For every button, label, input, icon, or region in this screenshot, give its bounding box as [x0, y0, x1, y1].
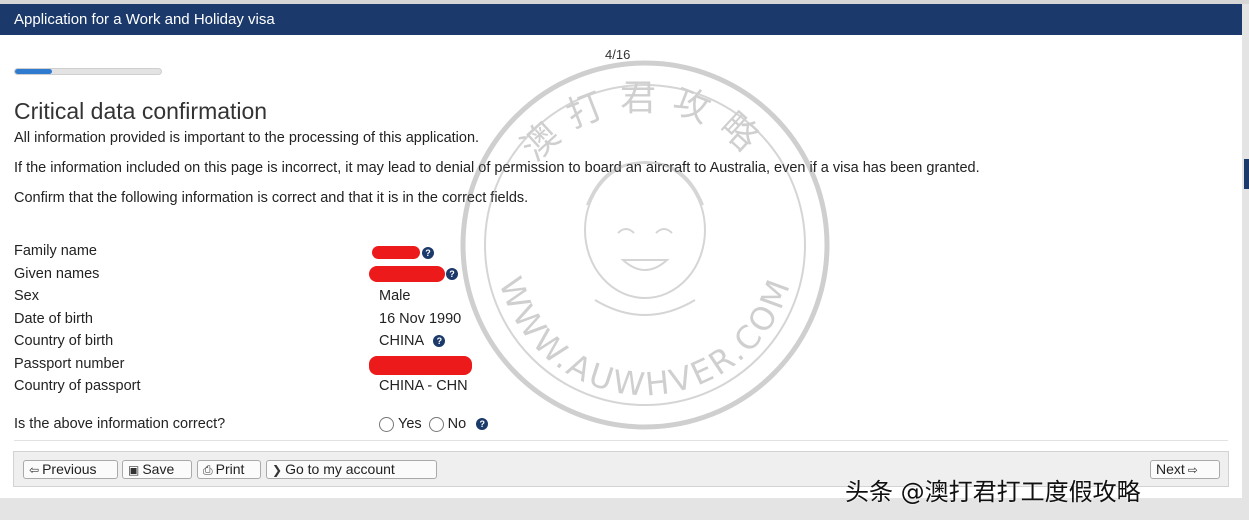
sex-label: Sex — [14, 288, 39, 304]
printer-icon: ⎙ — [203, 463, 213, 477]
yes-radio[interactable] — [379, 416, 394, 432]
passport-number-redaction — [369, 356, 472, 375]
scrollbar-thumb[interactable] — [1244, 159, 1249, 189]
save-label: Save — [142, 461, 175, 477]
passport-number-label: Passport number — [14, 356, 125, 372]
confirm-question: Is the above information correct? — [14, 416, 226, 432]
country-of-birth-text: CHINA — [379, 333, 424, 349]
stamp-top-text: 澳打君攻略 — [514, 78, 762, 169]
confirm-instruction: Confirm that the following information i… — [14, 190, 529, 206]
yes-label[interactable]: Yes — [398, 416, 422, 432]
country-of-passport-label: Country of passport — [14, 378, 141, 394]
svg-text:WWW.AUWHVER.COM: WWW.AUWHVER.COM — [491, 272, 798, 404]
previous-button[interactable]: ⇦ Previous — [23, 460, 118, 479]
dob-value: 16 Nov 1990 — [379, 311, 462, 327]
country-of-birth-value: CHINA ? — [379, 333, 446, 349]
step-indicator: 4/16 — [605, 47, 631, 62]
page-title: Critical data confirmation — [14, 98, 268, 124]
family-name-redaction — [372, 246, 420, 259]
dob-label: Date of birth — [14, 311, 93, 327]
given-names-redaction — [369, 266, 445, 282]
confirm-radio-group: Yes No ? — [379, 416, 489, 432]
floppy-disk-icon: ▣ — [128, 463, 140, 477]
stamp-bottom-text: WWW.AUWHVER.COM — [491, 272, 795, 404]
watermark-stamp: 澳打君攻略 WWW.AUWHVER.COM — [460, 60, 830, 430]
window-title-bar: Application for a Work and Holiday visa — [0, 4, 1242, 35]
chevron-right-icon: ❯ — [272, 463, 283, 477]
account-button[interactable]: ❯ Go to my account — [266, 460, 437, 479]
help-icon[interactable]: ? — [446, 268, 458, 280]
intro-paragraph: All information provided is important to… — [14, 130, 480, 146]
section-divider — [14, 440, 1228, 441]
cartoon-face-icon — [584, 161, 706, 316]
given-names-label: Given names — [14, 266, 100, 282]
next-button[interactable]: Next ⇨ — [1150, 460, 1220, 479]
account-label: Go to my account — [285, 461, 395, 477]
print-button[interactable]: ⎙ Print — [197, 460, 261, 479]
progress-bar — [14, 68, 162, 75]
arrow-left-icon: ⇦ — [29, 463, 40, 477]
sex-value: Male — [379, 288, 411, 304]
country-of-birth-label: Country of birth — [14, 333, 114, 349]
window-title: Application for a Work and Holiday visa — [14, 11, 275, 28]
watermark-caption: 头条 @澳打君打工度假攻略 — [845, 478, 1141, 506]
svg-text:澳打君攻略: 澳打君攻略 — [514, 78, 776, 169]
print-label: Print — [215, 461, 245, 477]
save-button[interactable]: ▣ Save — [122, 460, 192, 479]
next-label: Next — [1156, 461, 1185, 477]
country-of-passport-value: CHINA - CHN — [379, 378, 468, 394]
help-icon[interactable]: ? — [433, 335, 446, 348]
warning-paragraph: If the information included on this page… — [14, 160, 980, 176]
no-radio[interactable] — [428, 416, 444, 432]
previous-label: Previous — [42, 461, 97, 477]
arrow-right-icon: ⇨ — [1187, 463, 1198, 477]
family-name-label: Family name — [14, 243, 97, 259]
no-label[interactable]: No — [448, 416, 467, 432]
scrollbar[interactable] — [1242, 4, 1249, 520]
help-icon[interactable]: ? — [476, 418, 489, 430]
progress-bar-fill — [15, 69, 52, 74]
help-icon[interactable]: ? — [422, 247, 434, 259]
